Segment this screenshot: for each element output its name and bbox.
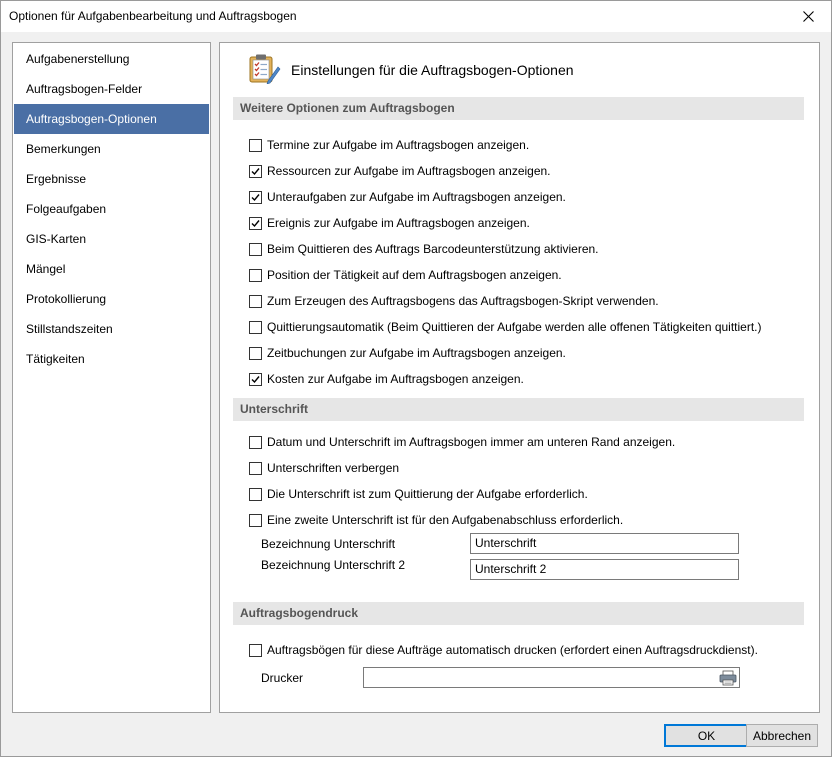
checkbox-unchecked[interactable] [249,487,262,501]
option-label: Eine zweite Unterschrift ist für den Auf… [267,513,624,527]
nav-item-bemerkungen[interactable]: Bemerkungen [14,134,209,164]
option-label: Termine zur Aufgabe im Auftragsbogen anz… [267,138,530,152]
option-row[interactable]: Termine zur Aufgabe im Auftragsbogen anz… [249,136,529,154]
settings-panel: Einstellungen für die Auftragsbogen-Opti… [219,42,820,713]
checkmark-icon [251,375,260,383]
option-row[interactable]: Position der Tätigkeit auf dem Auftragsb… [249,266,562,284]
option-row[interactable]: Zeitbuchungen zur Aufgabe im Auftragsbog… [249,344,566,362]
section-title: Unterschrift [240,402,309,416]
checkbox-unchecked[interactable] [249,435,262,449]
option-row[interactable]: Beim Quittieren des Auftrags Barcodeunte… [249,240,599,258]
nav-item-taetigkeiten[interactable]: Tätigkeiten [14,344,209,374]
nav-item-stillstandszeiten[interactable]: Stillstandszeiten [14,314,209,344]
category-list: Aufgabenerstellung Auftragsbogen-Felder … [12,42,211,713]
close-button[interactable] [789,1,827,32]
checkbox-unchecked[interactable] [249,268,262,282]
checkbox-unchecked[interactable] [249,138,262,152]
option-label: Die Unterschrift ist zum Quittierung der… [267,487,588,501]
option-label: Unterschriften verbergen [267,461,400,475]
option-row[interactable]: Unterschriften verbergen [249,459,399,477]
signature-field-1[interactable]: Unterschrift [470,533,739,554]
cancel-button[interactable]: Abbrechen [746,724,818,747]
checkbox-checked[interactable] [249,372,262,386]
checkbox-unchecked[interactable] [249,320,262,334]
section-title: Auftragsbogendruck [240,606,359,620]
option-row[interactable]: Ressourcen zur Aufgabe im Auftragsbogen … [249,162,551,180]
checkbox-checked[interactable] [249,164,262,178]
signature-field-2[interactable]: Unterschrift 2 [470,559,739,580]
signature-label-1: Bezeichnung Unterschrift [261,537,396,551]
nav-item-protokollierung[interactable]: Protokollierung [14,284,209,314]
nav-item-ergebnisse[interactable]: Ergebnisse [14,164,209,194]
section-weitere-optionen: Weitere Optionen zum Auftragsbogen [233,97,804,120]
checkbox-unchecked[interactable] [249,461,262,475]
section-unterschrift: Unterschrift [233,398,804,421]
title-bar: Optionen für Aufgabenbearbeitung und Auf… [1,1,831,32]
signature-label-2: Bezeichnung Unterschrift 2 [261,558,406,572]
nav-item-gis-karten[interactable]: GIS-Karten [14,224,209,254]
checkbox-unchecked[interactable] [249,242,262,256]
option-label: Zum Erzeugen des Auftragsbogens das Auft… [267,294,659,308]
close-icon [802,11,814,22]
section-title: Weitere Optionen zum Auftragsbogen [240,101,455,115]
option-label: Unteraufgaben zur Aufgabe im Auftragsbog… [267,190,566,204]
option-row[interactable]: Unteraufgaben zur Aufgabe im Auftragsbog… [249,188,566,206]
option-row[interactable]: Datum und Unterschrift im Auftragsbogen … [249,433,675,451]
option-label: Datum und Unterschrift im Auftragsbogen … [267,435,676,449]
checkbox-checked[interactable] [249,216,262,230]
clipboard-checklist-icon [249,54,281,84]
checkbox-checked[interactable] [249,190,262,204]
option-label: Beim Quittieren des Auftrags Barcodeunte… [267,242,599,256]
option-label: Kosten zur Aufgabe im Auftragsbogen anze… [267,372,524,386]
nav-item-maengel[interactable]: Mängel [14,254,209,284]
option-row[interactable]: Quittierungsautomatik (Beim Quittieren d… [249,318,762,336]
option-row[interactable]: Die Unterschrift ist zum Quittierung der… [249,485,588,503]
checkbox-unchecked[interactable] [249,513,262,527]
checkbox-unchecked[interactable] [249,643,262,657]
section-auftragsbogendruck: Auftragsbogendruck [233,602,804,625]
options-dialog: Optionen für Aufgabenbearbeitung und Auf… [0,0,832,757]
option-row[interactable]: Auftragsbögen für diese Aufträge automat… [249,641,758,659]
printer-label: Drucker [261,671,304,685]
ok-button[interactable]: OK [664,724,749,747]
checkbox-unchecked[interactable] [249,294,262,308]
option-label: Ereignis zur Aufgabe im Auftragsbogen an… [267,216,530,230]
option-label: Zeitbuchungen zur Aufgabe im Auftragsbog… [267,346,566,360]
option-label: Quittierungsautomatik (Beim Quittieren d… [267,320,762,334]
option-label: Auftragsbögen für diese Aufträge automat… [267,643,758,657]
printer-icon[interactable] [719,670,737,686]
option-label: Ressourcen zur Aufgabe im Auftragsbogen … [267,164,551,178]
checkmark-icon [251,193,260,201]
option-label: Position der Tätigkeit auf dem Auftragsb… [267,268,562,282]
option-row[interactable]: Zum Erzeugen des Auftragsbogens das Auft… [249,292,659,310]
window-title: Optionen für Aufgabenbearbeitung und Auf… [9,9,297,23]
panel-title: Einstellungen für die Auftragsbogen-Opti… [291,62,574,78]
option-row[interactable]: Kosten zur Aufgabe im Auftragsbogen anze… [249,370,524,388]
option-row[interactable]: Ereignis zur Aufgabe im Auftragsbogen an… [249,214,530,232]
option-row[interactable]: Eine zweite Unterschrift ist für den Auf… [249,511,623,529]
printer-field[interactable] [363,667,740,688]
checkmark-icon [251,167,260,175]
checkbox-unchecked[interactable] [249,346,262,360]
nav-item-aufgabenerstellung[interactable]: Aufgabenerstellung [14,44,209,74]
checkmark-icon [251,219,260,227]
nav-item-folgeaufgaben[interactable]: Folgeaufgaben [14,194,209,224]
nav-item-auftragsbogen-felder[interactable]: Auftragsbogen-Felder [14,74,209,104]
nav-item-auftragsbogen-optionen[interactable]: Auftragsbogen-Optionen [14,104,209,134]
